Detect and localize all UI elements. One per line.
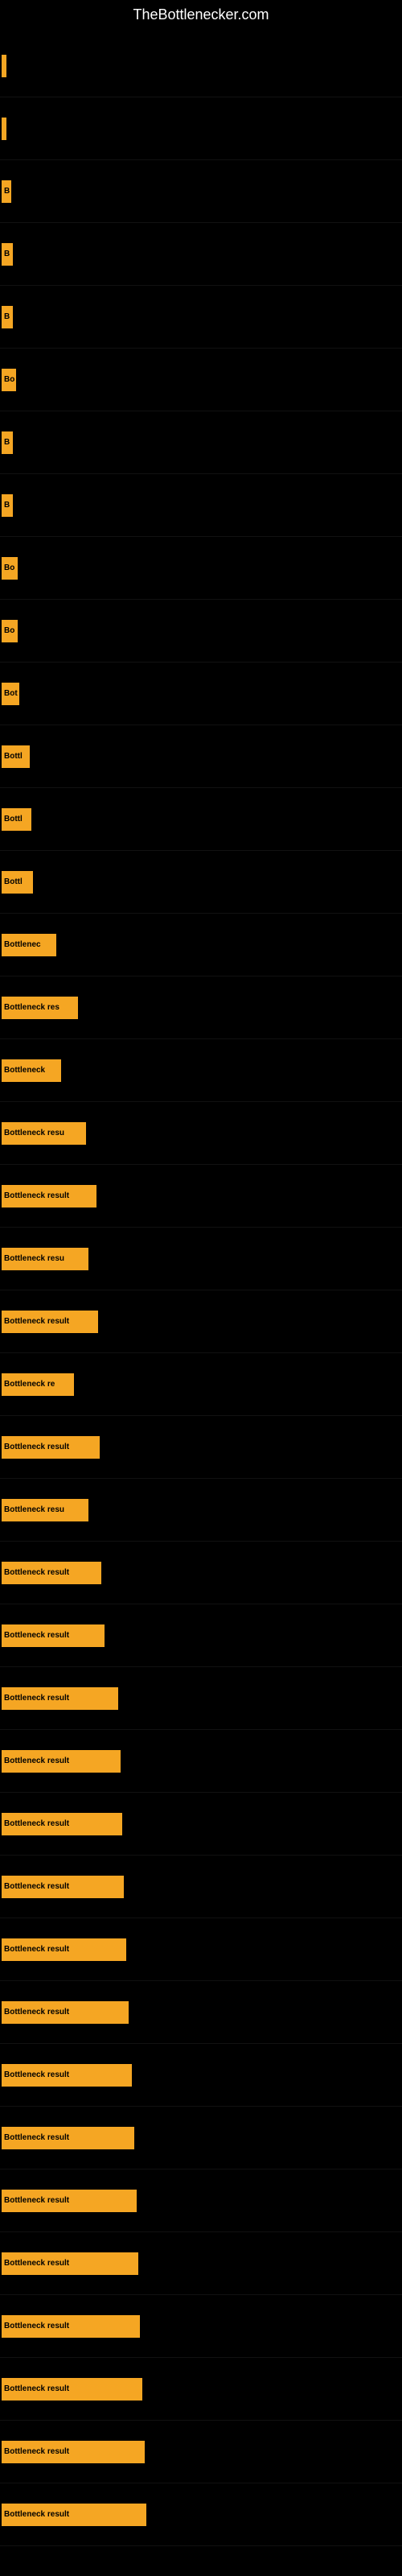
- bar-label: B: [2, 180, 11, 203]
- bar-row: Bot: [0, 663, 402, 725]
- bar-row: Bottleneck result: [0, 2483, 402, 2546]
- bar-label: Bo: [2, 369, 16, 391]
- bar-row: Bottleneck result: [0, 1730, 402, 1793]
- bar-row: Bottleneck resu: [0, 1102, 402, 1165]
- bar-row: Bottl: [0, 851, 402, 914]
- bar-row: Bottleneck res: [0, 976, 402, 1039]
- bar-label: Bottleneck re: [2, 1373, 74, 1396]
- bar-label: Bottl: [2, 808, 31, 831]
- bar-label: Bottleneck result: [2, 1624, 105, 1647]
- bar-label: Bottleneck result: [2, 2127, 134, 2149]
- bar-row: [0, 35, 402, 97]
- bar-label: B: [2, 243, 13, 266]
- bar-row: Bottleneck result: [0, 1667, 402, 1730]
- site-title: TheBottlenecker.com: [0, 0, 402, 27]
- bar-label: Bottleneck result: [2, 1938, 126, 1961]
- bar-row: Bo: [0, 537, 402, 600]
- bar-label: Bottleneck result: [2, 1876, 124, 1898]
- bar-row: Bottleneck result: [0, 2232, 402, 2295]
- bar-label: Bottleneck resu: [2, 1122, 86, 1145]
- bar-row: Bottleneck result: [0, 1981, 402, 2044]
- bar-label: Bottleneck result: [2, 2190, 137, 2212]
- bar-row: Bottleneck result: [0, 2107, 402, 2169]
- bar-row: Bottl: [0, 725, 402, 788]
- bar-row: B: [0, 474, 402, 537]
- bar-row: Bottleneck result: [0, 1290, 402, 1353]
- bar-row: Bottleneck result: [0, 1918, 402, 1981]
- bar-row: Bottleneck result: [0, 1542, 402, 1604]
- bar-row: Bottleneck resu: [0, 1228, 402, 1290]
- bar-row: Bottleneck result: [0, 2044, 402, 2107]
- bar-label: Bo: [2, 620, 18, 642]
- bar-row: Bottleneck result: [0, 2358, 402, 2421]
- bar-label: Bottleneck result: [2, 1185, 96, 1208]
- bar-row: Bottleneck result: [0, 1604, 402, 1667]
- bar-row: B: [0, 286, 402, 349]
- bar-label: B: [2, 431, 13, 454]
- bar-row: B: [0, 223, 402, 286]
- bar-label: Bottleneck result: [2, 2001, 129, 2024]
- bar-label: Bottleneck result: [2, 2504, 146, 2526]
- bar-label: Bottleneck result: [2, 1311, 98, 1333]
- bar-label: Bottlenec: [2, 934, 56, 956]
- bar-label: Bottl: [2, 871, 33, 894]
- bar-row: Bottleneck resu: [0, 1479, 402, 1542]
- bar-row: Bottleneck result: [0, 2295, 402, 2358]
- bar-label: Bottleneck result: [2, 2064, 132, 2087]
- bar-label: Bottleneck: [2, 1059, 61, 1082]
- bar-label: Bottl: [2, 745, 30, 768]
- bar-label: Bo: [2, 557, 18, 580]
- bar-label: Bottleneck result: [2, 1813, 122, 1835]
- bar-label: Bottleneck resu: [2, 1499, 88, 1521]
- bar-row: Bottleneck result: [0, 1416, 402, 1479]
- bar-label: Bottleneck result: [2, 2441, 145, 2463]
- bar-row: Bo: [0, 600, 402, 663]
- page-wrapper: TheBottlenecker.com BBBBoBBBoBoBotBottlB…: [0, 0, 402, 2546]
- bar-row: Bottleneck re: [0, 1353, 402, 1416]
- bar-label: Bottleneck result: [2, 2252, 138, 2275]
- bar-label: Bottleneck result: [2, 1687, 118, 1710]
- bar-label: Bottleneck result: [2, 1436, 100, 1459]
- bar-row: Bottleneck result: [0, 2169, 402, 2232]
- bar-label: Bottleneck result: [2, 2378, 142, 2401]
- bar-row: B: [0, 411, 402, 474]
- bars-section: B B B Bo B B Bo Bo Bot Bottl Bottl Bottl Bottlenec Bo…: [0, 27, 402, 2546]
- bar-label: Bottleneck result: [2, 1750, 121, 1773]
- bar-label: Bottleneck result: [2, 2315, 140, 2338]
- bar-row: Bottleneck result: [0, 1856, 402, 1918]
- bar-row: [0, 97, 402, 160]
- bar-row: Bo: [0, 349, 402, 411]
- bar-row: B: [0, 160, 402, 223]
- bar-row: Bottl: [0, 788, 402, 851]
- bar-label: [2, 118, 6, 140]
- bar-label: B: [2, 494, 13, 517]
- bar-label: Bot: [2, 683, 19, 705]
- bar-label: B: [2, 306, 13, 328]
- bar-row: Bottleneck: [0, 1039, 402, 1102]
- bar-label: Bottleneck resu: [2, 1248, 88, 1270]
- bar-row: Bottlenec: [0, 914, 402, 976]
- bar-row: Bottleneck result: [0, 1793, 402, 1856]
- bar-row: Bottleneck result: [0, 2421, 402, 2483]
- bar-row: Bottleneck result: [0, 1165, 402, 1228]
- bar-label: Bottleneck res: [2, 997, 78, 1019]
- bar-label: [2, 55, 6, 77]
- bar-label: Bottleneck result: [2, 1562, 101, 1584]
